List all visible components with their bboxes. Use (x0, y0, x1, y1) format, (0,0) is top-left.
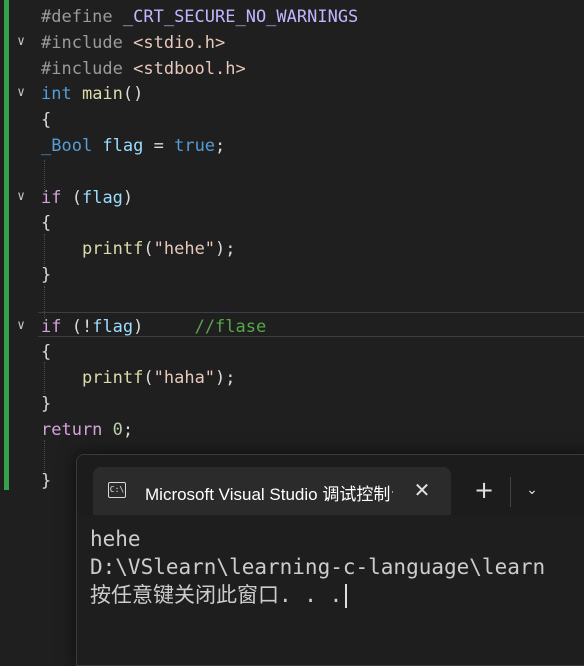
fold-chevron-icon[interactable]: ∨ (13, 189, 29, 205)
text-cursor (345, 584, 348, 608)
code-token: } (41, 471, 52, 492)
code-line[interactable]: printf("haha"); (0, 365, 584, 391)
code-token: "haha" (153, 368, 216, 389)
code-token: () (122, 84, 144, 105)
code-line[interactable]: #include <stdbool.h> (0, 56, 584, 82)
code-token: main (81, 84, 123, 105)
code-token: ( (143, 239, 154, 260)
code-token: } (41, 265, 52, 285)
code-token: ); (215, 368, 236, 389)
new-tab-button[interactable]: + (469, 475, 499, 505)
code-line[interactable] (0, 288, 584, 314)
code-text: if (!flag) //flase (41, 315, 266, 339)
code-token: flag (81, 187, 123, 208)
code-text: #include <stdbool.h> (41, 57, 246, 81)
code-text: } (41, 469, 51, 493)
titlebar-divider (510, 477, 511, 507)
code-token: = (143, 136, 175, 156)
code-text: if (flag) (41, 186, 133, 210)
code-line[interactable]: { (0, 339, 584, 365)
chevron-down-icon[interactable]: ⌄ (517, 475, 547, 505)
code-line[interactable]: ∨ int main() (0, 81, 584, 107)
code-token: "hehe" (153, 239, 216, 260)
fold-chevron-icon[interactable]: ∨ (13, 318, 29, 334)
code-token: _CRT_SECURE_NO_WARNINGS (122, 7, 359, 27)
code-token: { (41, 213, 52, 234)
code-text: printf("haha"); (41, 366, 236, 390)
console-icon: C:\ (108, 482, 126, 498)
debug-console-window[interactable]: C:\ Microsoft Visual Studio 调试控制台 ✕ + ⌄ … (76, 454, 584, 666)
code-text: #define _CRT_SECURE_NO_WARNINGS (41, 5, 358, 29)
code-line[interactable]: _Bool flag = true; (0, 133, 584, 159)
code-token: //flase (194, 316, 267, 337)
code-text: _Bool flag = true; (41, 134, 225, 158)
code-token: int (41, 84, 82, 105)
code-text: #include <stdio.h> (41, 31, 225, 55)
fold-chevron-icon[interactable]: ∨ (13, 34, 29, 50)
output-line: 按任意键关闭此窗口. . . (90, 581, 348, 609)
code-token: printf (81, 368, 144, 389)
code-token: ) (133, 316, 195, 337)
code-line[interactable]: ∨ if (!flag) //flase (0, 314, 584, 340)
code-line[interactable]: } (0, 262, 584, 288)
code-line[interactable]: ∨ if (flag) (0, 185, 584, 211)
code-text: } (41, 392, 51, 416)
code-token: <stdio.h> (133, 32, 226, 53)
terminal-output[interactable]: hehe D:\VSlearn\learning-c-language\lear… (77, 515, 584, 665)
code-token: #define (41, 7, 123, 27)
code-token: (! (61, 316, 93, 337)
code-token: true (174, 136, 216, 156)
code-line[interactable] (0, 159, 584, 185)
code-line[interactable]: #define _CRT_SECURE_NO_WARNINGS (0, 4, 584, 30)
code-token: return (41, 419, 103, 440)
code-token: { (41, 342, 52, 363)
code-line[interactable]: ∨ #include <stdio.h> (0, 30, 584, 56)
code-text: printf("hehe"); (41, 237, 236, 261)
code-token: flag (92, 316, 134, 337)
fold-chevron-icon[interactable]: ∨ (13, 85, 29, 101)
code-token: ; (215, 136, 226, 156)
close-tab-icon[interactable]: ✕ (409, 477, 435, 503)
code-token: ; (122, 419, 134, 440)
code-line[interactable]: { (0, 210, 584, 236)
terminal-tab[interactable]: C:\ Microsoft Visual Studio 调试控制台 ✕ (93, 467, 451, 515)
code-line[interactable]: } (0, 391, 584, 417)
code-token: 0 (112, 419, 123, 440)
code-text: { (41, 211, 51, 235)
code-line[interactable]: { (0, 107, 584, 133)
code-token: #include (41, 32, 134, 53)
output-line: hehe (90, 527, 141, 551)
terminal-titlebar: C:\ Microsoft Visual Studio 调试控制台 ✕ + ⌄ (77, 455, 584, 515)
output-line-text: 按任意键关闭此窗口. . . (90, 583, 343, 607)
code-token: printf (81, 239, 144, 260)
code-token: _Bool (41, 136, 103, 156)
code-token: <stdbool.h> (133, 58, 246, 79)
output-line: D:\VSlearn\learning-c-language\learn (90, 555, 546, 579)
code-token: flag (102, 136, 144, 156)
code-token: ); (215, 239, 236, 260)
code-token: } (41, 394, 52, 414)
code-token: if (41, 187, 62, 208)
code-token: #include (41, 58, 134, 79)
code-token: ( (61, 187, 82, 208)
code-line[interactable]: printf("hehe"); (0, 236, 584, 262)
code-token: ( (143, 368, 154, 389)
terminal-tab-title: Microsoft Visual Studio 调试控制台 (145, 485, 393, 504)
code-text: int main() (41, 82, 143, 106)
code-token: { (41, 110, 52, 131)
code-token: if (41, 316, 62, 337)
code-text: } (41, 263, 51, 287)
code-token: ) (122, 187, 134, 208)
code-text: { (41, 108, 51, 132)
code-line[interactable]: return 0; (0, 417, 584, 443)
code-text: return 0; (41, 418, 133, 442)
code-text: { (41, 340, 51, 364)
